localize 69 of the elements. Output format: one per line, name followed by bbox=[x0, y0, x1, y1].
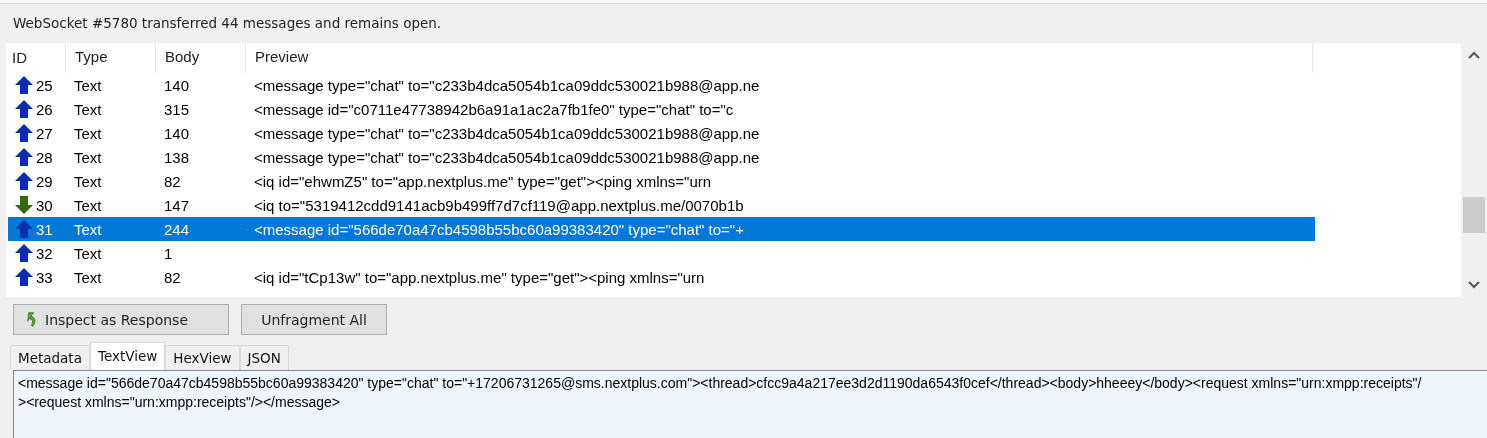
text-view[interactable]: <message id="566de70a47cb4598b55bc60a99383420" type="chat" to="+17206731265@sms.nextplus.com"><thread>cfcc9a4a217ee3d2d1190da6543f0cef</thread><body>hheeey</body><request xmlns="urn:xmpp:receipts"/><request xmlns="urn:xmpp:receipts"/></message> bbox=[13, 370, 1487, 438]
type-cell-text: Text bbox=[73, 268, 103, 286]
scroll-up-icon[interactable] bbox=[1468, 51, 1480, 59]
scroll-down-icon[interactable] bbox=[1468, 281, 1480, 289]
id-cell: 28 bbox=[36, 148, 53, 166]
up-arrow-icon bbox=[14, 99, 34, 119]
message-row[interactable]: 25 Text 140 <message type="chat" to="c233b4dca5054b1ca09ddc530021b988@app.ne bbox=[8, 73, 1315, 97]
id-cell: 31 bbox=[36, 220, 53, 238]
type-cell-text: Text bbox=[73, 172, 103, 190]
message-row[interactable]: 31 Text 244 <message id="566de70a47cb4598b55bc60a99383420" type="chat" to="+ bbox=[8, 217, 1315, 241]
type-cell-text: Text bbox=[73, 196, 103, 214]
message-row[interactable]: 33 Text 82 <iq id="tCp13w" to="app.nextplus.me" type="get"><ping xmlns="urn bbox=[8, 265, 1315, 289]
id-cell: 26 bbox=[36, 100, 53, 118]
up-arrow-icon bbox=[14, 171, 34, 191]
id-cell: 30 bbox=[36, 196, 53, 214]
tab[interactable]: JSON bbox=[239, 345, 289, 370]
preview-cell-text: <message id="c0711e47738942b6a91a1ac2a7fb1fe0" type="chat" to="c bbox=[253, 100, 735, 118]
type-cell-text: Text bbox=[73, 220, 103, 238]
preview-cell-text: <message type="chat" to="c233b4dca5054b1ca09ddc530021b988@app.ne bbox=[253, 76, 761, 94]
body-cell-text: 315 bbox=[163, 100, 191, 118]
type-cell-text: Text bbox=[73, 124, 103, 142]
column-header[interactable]: Preview bbox=[246, 43, 1313, 73]
up-arrow-icon bbox=[14, 75, 34, 95]
up-arrow-icon bbox=[14, 219, 34, 239]
body-cell-text: 82 bbox=[163, 172, 182, 190]
body-cell-text: 138 bbox=[163, 148, 191, 166]
id-cell: 25 bbox=[36, 76, 53, 94]
preview-cell-text: <message type="chat" to="c233b4dca5054b1ca09ddc530021b988@app.ne bbox=[253, 124, 761, 142]
message-row[interactable]: 28 Text 138 <message type="chat" to="c233b4dca5054b1ca09ddc530021b988@app.ne bbox=[8, 145, 1315, 169]
body-cell-text: 147 bbox=[163, 196, 191, 214]
message-row[interactable]: 32 Text 1 bbox=[8, 241, 1315, 265]
type-cell-text: Text bbox=[73, 244, 103, 262]
tab[interactable]: Metadata bbox=[10, 345, 90, 370]
preview-cell-text: <message id="566de70a47cb4598b55bc60a99383420" type="chat" to="+ bbox=[253, 220, 745, 238]
type-cell-text: Text bbox=[73, 100, 103, 118]
id-cell: 27 bbox=[36, 124, 53, 142]
message-row[interactable]: 27 Text 140 <message type="chat" to="c233b4dca5054b1ca09ddc530021b988@app.ne bbox=[8, 121, 1315, 145]
unfragment-button[interactable]: Unfragment All bbox=[241, 304, 387, 335]
id-cell: 33 bbox=[36, 268, 53, 286]
body-cell-text: 1 bbox=[163, 244, 174, 262]
up-arrow-icon bbox=[14, 243, 34, 263]
message-row[interactable]: 26 Text 315 <message id="c0711e47738942b6a91a1ac2a7fb1fe0" type="chat" to="c bbox=[8, 97, 1315, 121]
status-text: WebSocket #5780 transferred 44 messages and remains open. bbox=[12, 14, 443, 33]
tab[interactable]: HexView bbox=[165, 345, 240, 370]
up-arrow-icon bbox=[14, 147, 34, 167]
preview-cell-text: <message type="chat" to="c233b4dca5054b1ca09ddc530021b988@app.ne bbox=[253, 148, 761, 166]
body-cell-text: 140 bbox=[163, 76, 191, 94]
message-row[interactable]: 30 Text 147 <iq to="5319412cdd9141acb9b499ff7d7cf119@app.nextplus.me/0070b1b bbox=[8, 193, 1315, 217]
id-cell: 29 bbox=[36, 172, 53, 190]
body-cell-text: 82 bbox=[163, 268, 182, 286]
curved-arrow-icon bbox=[26, 311, 38, 328]
type-cell-text: Text bbox=[73, 76, 103, 94]
body-cell-text: 140 bbox=[163, 124, 191, 142]
preview-cell-text: <iq id="ehwmZ5" to="app.nextplus.me" type="get"><ping xmlns="urn bbox=[253, 172, 713, 190]
id-cell: 32 bbox=[36, 244, 53, 262]
column-header[interactable]: ID bbox=[6, 43, 66, 73]
type-cell-text: Text bbox=[73, 148, 103, 166]
column-header[interactable]: Body bbox=[156, 43, 246, 73]
preview-cell-text: <iq id="tCp13w" to="app.nextplus.me" type="get"><ping xmlns="urn bbox=[253, 268, 706, 286]
column-header[interactable]: Type bbox=[66, 43, 156, 73]
preview-cell-text: <iq to="5319412cdd9141acb9b499ff7d7cf119@app.nextplus.me/0070b1b bbox=[253, 196, 745, 214]
tab[interactable]: TextView bbox=[89, 342, 166, 370]
inspect-button[interactable]: Inspect as Response bbox=[13, 304, 229, 335]
scroll-thumb[interactable] bbox=[1463, 197, 1485, 233]
body-cell-text: 244 bbox=[163, 220, 191, 238]
up-arrow-icon bbox=[14, 123, 34, 143]
down-arrow-icon bbox=[14, 195, 34, 215]
up-arrow-icon bbox=[14, 267, 34, 287]
message-row[interactable]: 29 Text 82 <iq id="ehwmZ5" to="app.nextplus.me" type="get"><ping xmlns="urn bbox=[8, 169, 1315, 193]
